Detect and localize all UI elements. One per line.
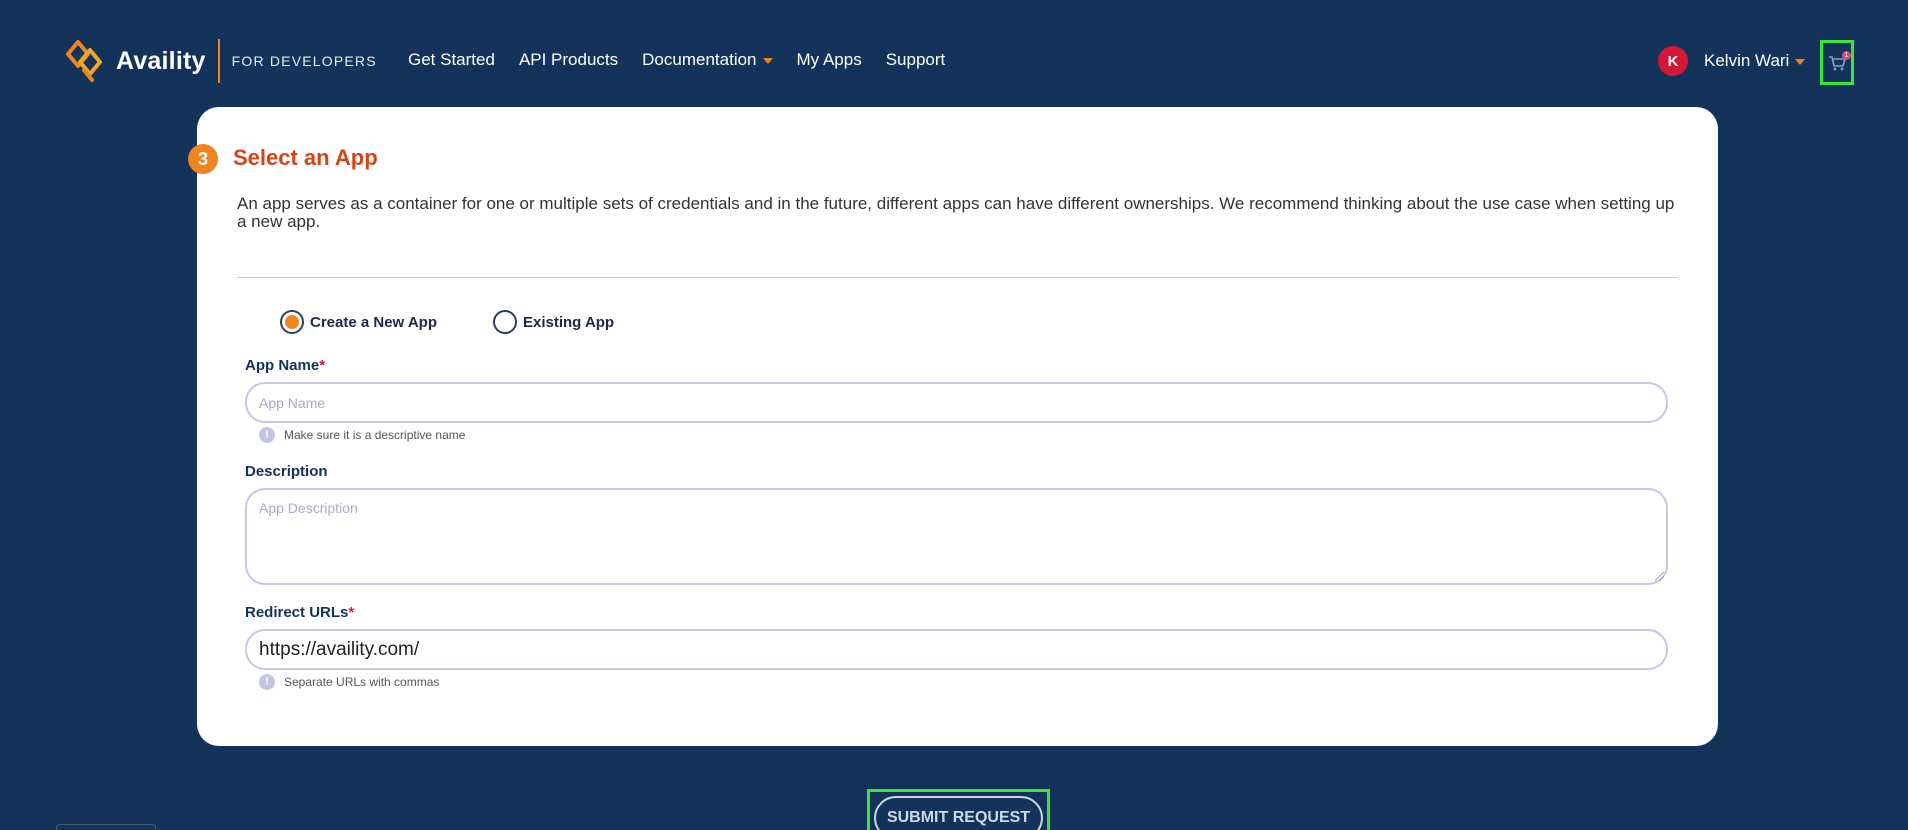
redirect-urls-input[interactable]: https://availity.com/ (245, 629, 1668, 670)
step-number-badge: 3 (188, 144, 218, 174)
nav-label: API Products (518, 50, 619, 69)
info-icon: ! (259, 427, 275, 443)
nav-label: My Apps (796, 50, 862, 69)
app-name-hint: ! Make sure it is a descriptive name (259, 427, 465, 443)
bottom-edge-tab (56, 824, 156, 830)
nav-label: Support (885, 50, 946, 69)
section-title: Select an App (233, 145, 378, 170)
top-navbar: Availity FOR DEVELOPERS Get Started API … (0, 0, 1908, 106)
submit-highlight: SUBMIT REQUEST (867, 789, 1050, 830)
radio-existing-app[interactable]: Existing App (492, 310, 615, 334)
logo-wordmark: Availity (116, 46, 206, 75)
avatar: K (1658, 46, 1688, 76)
input-placeholder: App Name (259, 394, 326, 411)
radio-label: Create a New App (310, 313, 437, 331)
app-name-input[interactable]: App Name (245, 382, 1668, 423)
app-choice-radio-group: Create a New App Existing App (280, 310, 670, 334)
label-text: Redirect URLs (245, 604, 349, 621)
availity-logo[interactable]: Availity FOR DEVELOPERS (62, 36, 377, 86)
cart-button[interactable]: 1 (1820, 40, 1854, 85)
cart-count-badge: 1 (1842, 51, 1851, 60)
radio-create-new-app[interactable]: Create a New App (280, 310, 437, 334)
nav-my-apps[interactable]: My Apps (797, 50, 862, 70)
radio-label: Existing App (522, 313, 615, 331)
label-text: Description (245, 463, 328, 480)
hint-text: Separate URLs with commas (284, 675, 440, 689)
submit-request-button[interactable]: SUBMIT REQUEST (874, 796, 1043, 830)
select-app-card: 3 Select an App An app serves as a conta… (188, 107, 1718, 746)
radio-unchecked-icon[interactable] (492, 310, 517, 334)
nav-get-started[interactable]: Get Started (408, 50, 495, 70)
redirect-urls-label: Redirect URLs* (245, 604, 354, 621)
user-menu[interactable]: K Kelvin Wari (1658, 46, 1806, 76)
textarea-placeholder: App Description (259, 500, 358, 516)
user-name: Kelvin Wari (1704, 51, 1790, 70)
description-textarea[interactable]: App Description (245, 488, 1668, 585)
required-marker: * (319, 357, 326, 374)
nav-label: Documentation (642, 50, 757, 69)
hint-text: Make sure it is a descriptive name (284, 428, 466, 442)
input-value: https://availity.com/ (259, 638, 420, 660)
nav-support[interactable]: Support (886, 50, 946, 70)
resize-handle-icon[interactable] (1655, 572, 1664, 581)
required-marker: * (348, 604, 355, 621)
description-label: Description (245, 463, 328, 480)
nav-api-products[interactable]: API Products (519, 50, 618, 70)
chevron-down-icon (1795, 59, 1806, 65)
section-description: An app serves as a container for one or … (237, 194, 1675, 231)
info-icon: ! (259, 674, 275, 690)
label-text: App Name (245, 357, 320, 374)
redirect-urls-hint: ! Separate URLs with commas (259, 674, 439, 690)
availity-logo-icon (66, 40, 102, 82)
nav-documentation[interactable]: Documentation (642, 50, 773, 70)
divider (237, 277, 1677, 278)
main-nav: Get Started API Products Documentation M… (408, 50, 945, 70)
nav-label: Get Started (408, 50, 495, 69)
logo-divider (217, 39, 220, 83)
radio-checked-icon[interactable] (280, 310, 304, 334)
chevron-down-icon (762, 58, 773, 64)
app-name-label: App Name* (245, 357, 325, 374)
logo-subtitle: FOR DEVELOPERS (231, 53, 377, 69)
